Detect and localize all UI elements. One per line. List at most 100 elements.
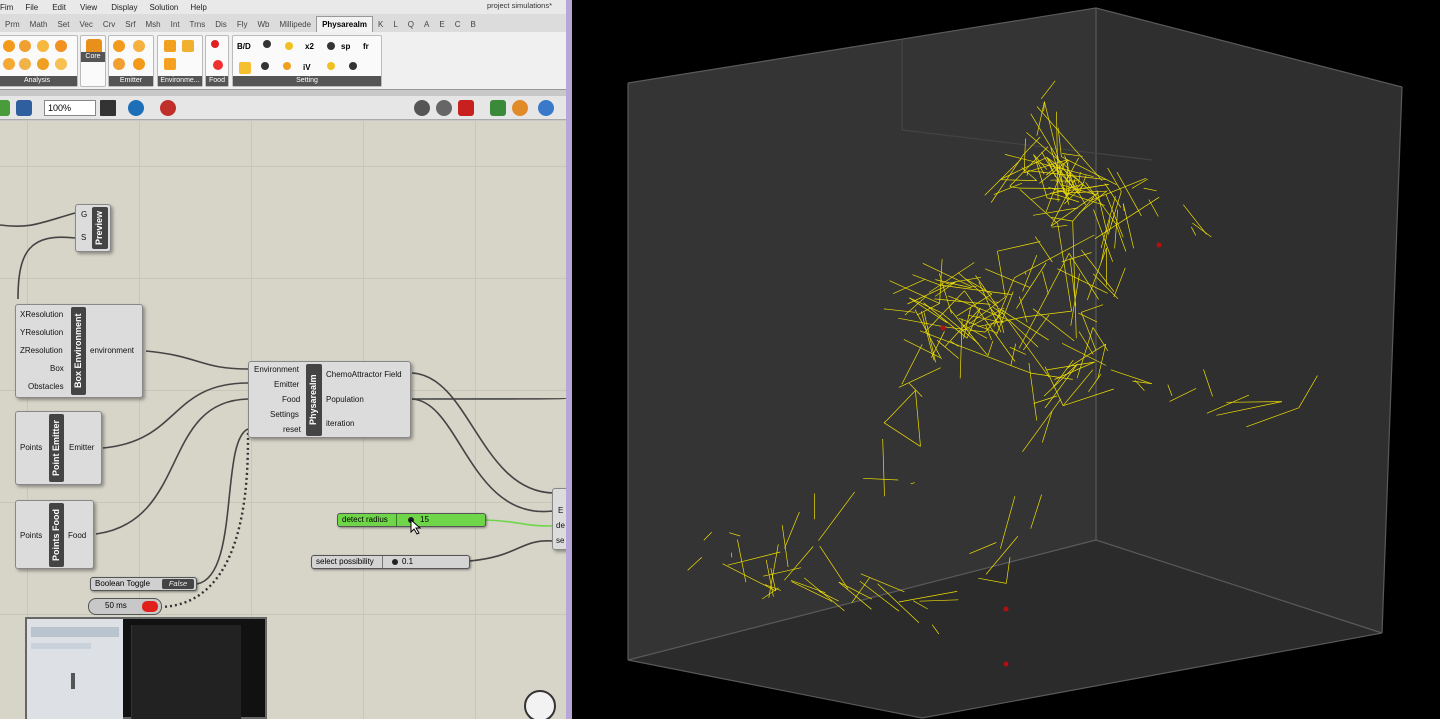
output-emitter[interactable]: Emitter: [69, 443, 94, 453]
save-icon[interactable]: [16, 100, 32, 116]
partial-input-e[interactable]: E: [558, 506, 563, 516]
input-points[interactable]: Points: [20, 531, 42, 541]
tab-trns[interactable]: Trns: [185, 17, 211, 32]
select-possibility-slider[interactable]: select possibility 0.1: [311, 555, 470, 569]
emitter-icon[interactable]: [133, 58, 145, 70]
partial-input-se[interactable]: se: [556, 536, 564, 546]
emitter-icon[interactable]: [113, 58, 125, 70]
input-yresolution[interactable]: YResolution: [20, 328, 63, 338]
analysis-icon[interactable]: [55, 58, 67, 70]
sketch-icon[interactable]: [160, 100, 176, 116]
tab-wb[interactable]: Wb: [252, 17, 274, 32]
menu-item-display[interactable]: Display: [103, 3, 143, 12]
emitter-icon[interactable]: [113, 40, 125, 52]
food-icon[interactable]: [213, 60, 223, 70]
zoom-dropdown[interactable]: 100%: [44, 100, 96, 116]
analysis-icon[interactable]: [55, 40, 67, 52]
environment-icon[interactable]: [182, 40, 194, 52]
menu-item-file[interactable]: File: [19, 3, 44, 12]
tab-fly[interactable]: Fly: [232, 17, 253, 32]
tab-set[interactable]: Set: [52, 17, 74, 32]
globe-icon[interactable]: [538, 100, 554, 116]
output-environment[interactable]: environment: [90, 346, 134, 356]
toggle-value[interactable]: False: [162, 579, 194, 589]
setting-sp-icon[interactable]: sp: [341, 42, 350, 51]
box-environment-component[interactable]: XResolution YResolution ZResolution Box …: [15, 304, 143, 398]
input-emitter[interactable]: Emitter: [274, 380, 299, 390]
analysis-icon[interactable]: [19, 58, 31, 70]
analysis-icon[interactable]: [37, 40, 49, 52]
setting-b-icon[interactable]: [239, 62, 251, 74]
menu-item-edit[interactable]: Edit: [44, 3, 72, 12]
tab-msh[interactable]: Msh: [141, 17, 166, 32]
menu-item-fim[interactable]: Fim: [0, 3, 19, 12]
input-reset[interactable]: reset: [283, 425, 301, 435]
setting-dot-icon[interactable]: [327, 42, 335, 50]
preview-input-s[interactable]: S: [81, 233, 86, 243]
partial-component[interactable]: E de se: [552, 488, 566, 550]
output-population[interactable]: Population: [326, 395, 364, 405]
slider-grip-icon[interactable]: [392, 559, 398, 565]
tab-vec[interactable]: Vec: [74, 17, 97, 32]
setting-x2-icon[interactable]: x2: [305, 42, 314, 51]
input-zresolution[interactable]: ZResolution: [20, 346, 63, 356]
food-icon[interactable]: [211, 40, 219, 48]
setting-iv-icon[interactable]: iV: [303, 63, 311, 72]
analysis-icon[interactable]: [19, 40, 31, 52]
environment-icon[interactable]: [164, 40, 176, 52]
preview-component[interactable]: G S Preview: [75, 204, 111, 252]
tab-e[interactable]: E: [434, 17, 449, 32]
bake-icon[interactable]: [490, 100, 506, 116]
tab-q[interactable]: Q: [403, 17, 419, 32]
setting-bd-icon[interactable]: B/D: [237, 42, 251, 51]
environment-icon[interactable]: [164, 58, 176, 70]
tab-math[interactable]: Math: [25, 17, 53, 32]
tab-crv[interactable]: Crv: [98, 17, 120, 32]
analysis-icon[interactable]: [37, 58, 49, 70]
menu-item-solution[interactable]: Solution: [143, 3, 184, 12]
partial-input-de[interactable]: de: [556, 521, 565, 531]
point-emitter-component[interactable]: Points Point Emitter Emitter: [15, 411, 102, 485]
tab-b[interactable]: B: [465, 17, 480, 32]
timer-component[interactable]: 50 ms: [88, 598, 162, 615]
setting-dot-icon[interactable]: [263, 40, 271, 48]
setting-fr-icon[interactable]: fr: [363, 42, 369, 51]
input-box[interactable]: Box: [50, 364, 64, 374]
input-food[interactable]: Food: [282, 395, 300, 405]
tab-c[interactable]: C: [450, 17, 466, 32]
input-environment[interactable]: Environment: [254, 365, 299, 375]
boolean-toggle[interactable]: Boolean Toggle False: [90, 577, 197, 591]
eye-icon[interactable]: [128, 100, 144, 116]
preview-input-g[interactable]: G: [81, 210, 87, 220]
input-settings[interactable]: Settings: [270, 410, 299, 420]
setting-dot-icon[interactable]: [285, 42, 293, 50]
material-icon[interactable]: [512, 100, 528, 116]
input-points[interactable]: Points: [20, 443, 42, 453]
menu-item-view[interactable]: View: [72, 3, 103, 12]
open-icon[interactable]: [0, 100, 10, 116]
zoom-extents-icon[interactable]: [100, 100, 116, 116]
viewport-thumbnail[interactable]: [25, 617, 267, 719]
setting-dot-icon[interactable]: [283, 62, 291, 70]
wireframe-icon[interactable]: [436, 100, 452, 116]
setting-dot-icon[interactable]: [349, 62, 357, 70]
input-xresolution[interactable]: XResolution: [20, 310, 63, 320]
preview-mode-icon[interactable]: [414, 100, 430, 116]
navigation-compass-icon[interactable]: [524, 690, 556, 719]
tab-prm[interactable]: Prm: [0, 17, 25, 32]
shaded-preview-icon[interactable]: [458, 100, 474, 116]
output-iteration[interactable]: iteration: [326, 419, 354, 429]
points-food-component[interactable]: Points Points Food Food: [15, 500, 94, 569]
tab-a[interactable]: A: [419, 17, 434, 32]
output-food[interactable]: Food: [68, 531, 86, 541]
input-obstacles[interactable]: Obstacles: [28, 382, 64, 392]
rhino-viewport[interactable]: [572, 0, 1440, 719]
analysis-icon[interactable]: [3, 58, 15, 70]
setting-dot-icon[interactable]: [327, 62, 335, 70]
tab-k[interactable]: K: [373, 17, 388, 32]
output-chemoattractor-field[interactable]: ChemoAttractor Field: [326, 370, 402, 380]
emitter-icon[interactable]: [133, 40, 145, 52]
menu-item-help[interactable]: Help: [184, 3, 212, 12]
timer-arrow-icon[interactable]: [142, 601, 158, 612]
tab-l[interactable]: L: [388, 17, 402, 32]
